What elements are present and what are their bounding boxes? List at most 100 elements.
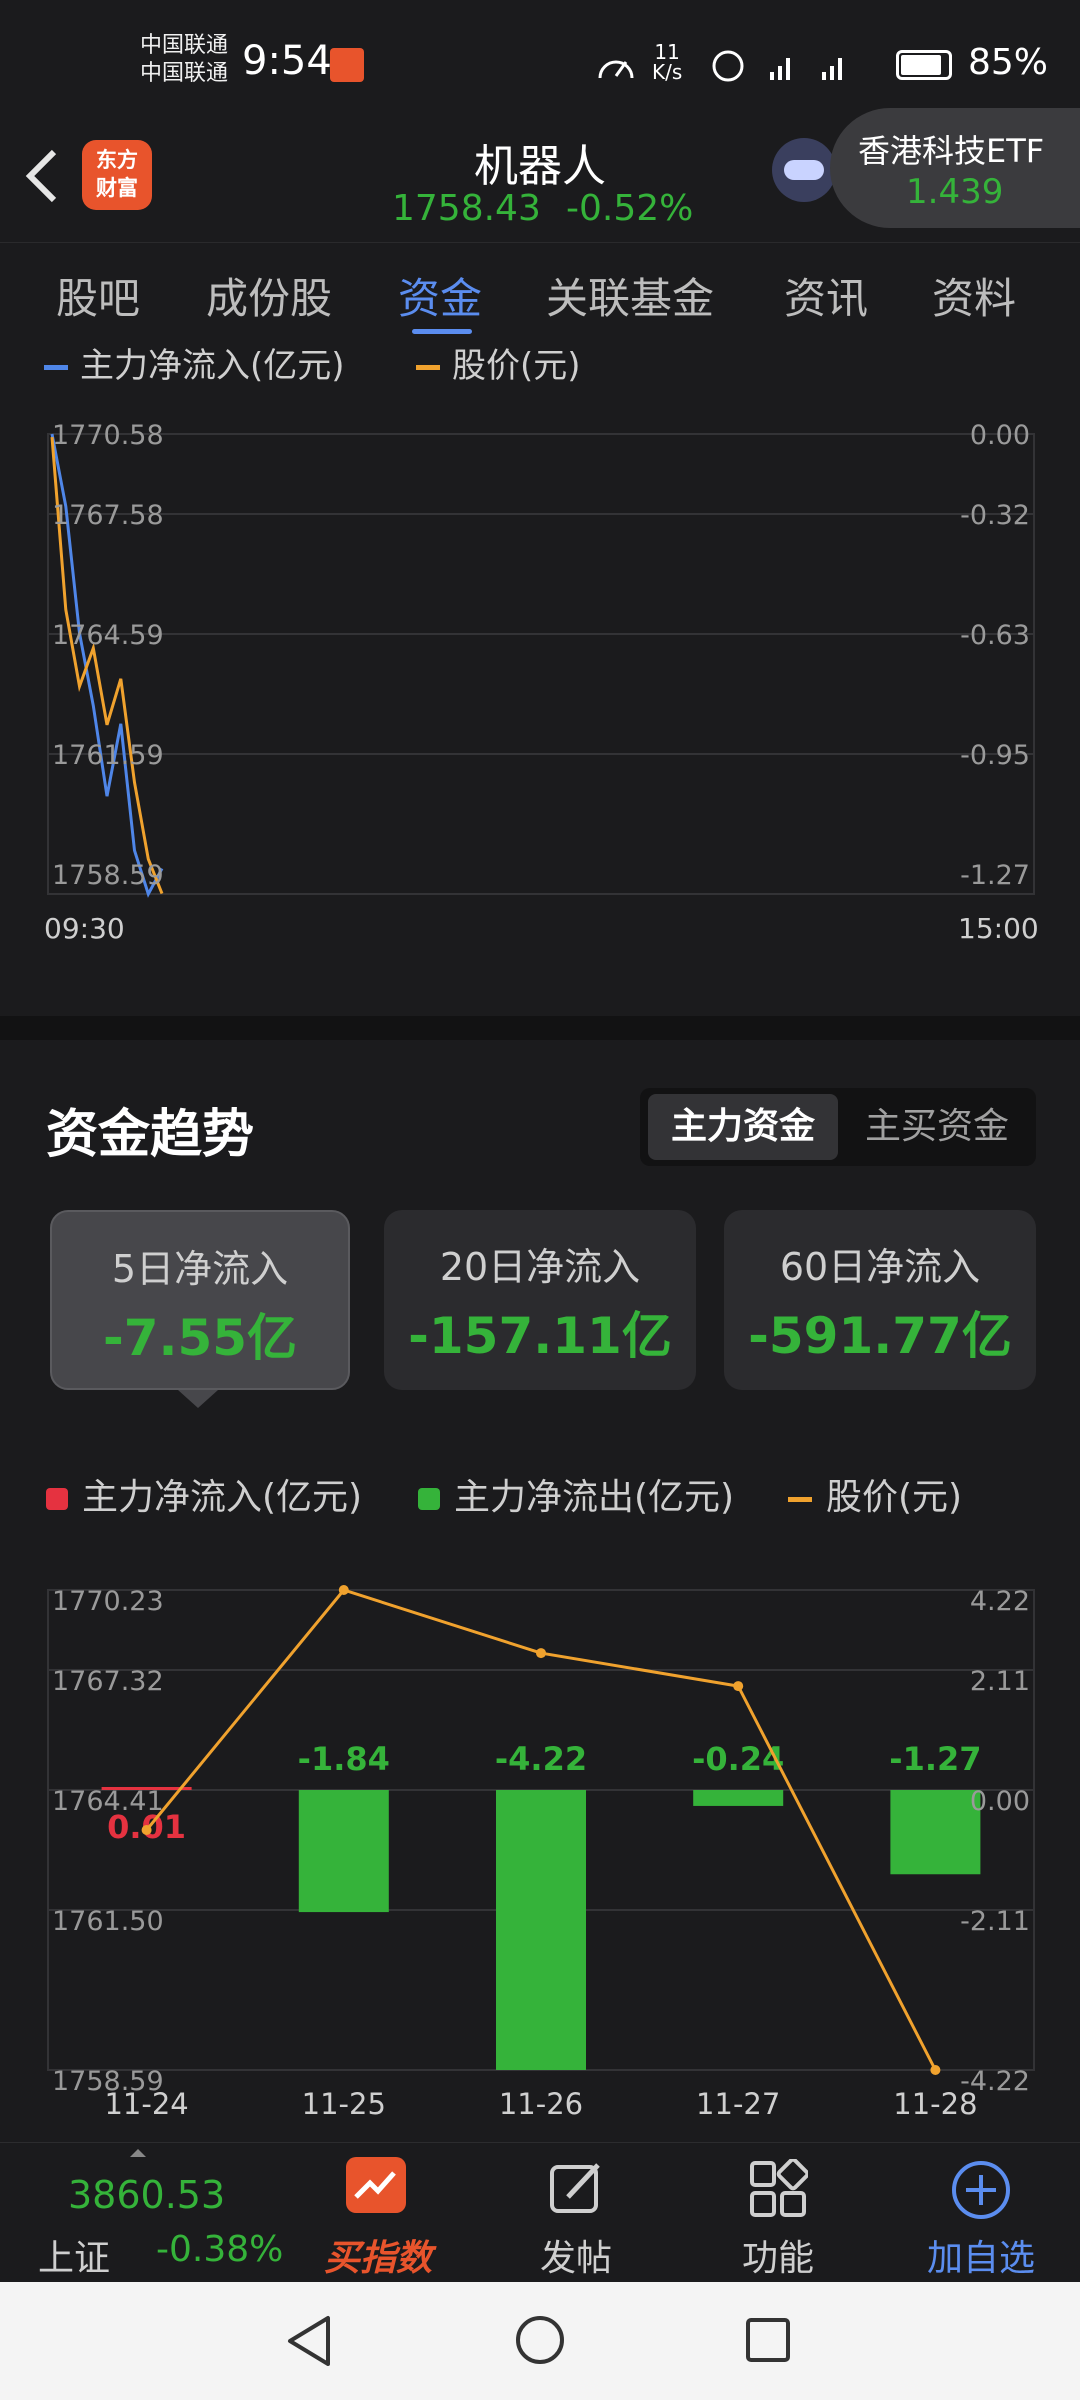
bar-value-label: -1.84 bbox=[298, 1740, 390, 1778]
legend-inflow: 主力净流入(亿元) bbox=[46, 1468, 362, 1520]
left-tick-label: 1767.32 bbox=[52, 1666, 164, 1697]
left-tick-label: 1758.59 bbox=[52, 2066, 164, 2097]
intraday-left-tick: 1770.58 bbox=[52, 420, 164, 451]
tab-funds[interactable]: 资金 bbox=[398, 265, 482, 326]
etf-price: 1.439 bbox=[906, 172, 1004, 212]
card-value: -7.55亿 bbox=[102, 1309, 298, 1367]
bar-value-label: -4.22 bbox=[495, 1740, 587, 1778]
tab-active-indicator bbox=[412, 329, 472, 334]
x-start-label: 09:30 bbox=[44, 912, 125, 945]
edit-post-icon[interactable] bbox=[546, 2159, 606, 2219]
nav-add-watchlist[interactable]: 加自选 bbox=[916, 2229, 1046, 2281]
left-tick-label: 1770.23 bbox=[52, 1586, 164, 1617]
legend-outflow: 主力净流出(亿元) bbox=[418, 1468, 734, 1520]
carrier-1: 中国联通 bbox=[140, 33, 229, 58]
right-tick-label: -2.11 bbox=[960, 1906, 1030, 1937]
clock: 9:54 bbox=[242, 38, 332, 84]
right-tick-label: 2.11 bbox=[970, 1666, 1030, 1697]
related-etf-popup[interactable]: 香港科技ETF 1.439 bbox=[830, 108, 1080, 228]
toggle-active-buy-funds[interactable]: 主买资金 bbox=[842, 1094, 1032, 1160]
card-5day[interactable]: 5日净流入 -7.55亿 bbox=[50, 1210, 350, 1390]
battery-icon bbox=[896, 50, 952, 80]
nav-functions[interactable]: 功能 bbox=[728, 2229, 828, 2281]
bar bbox=[298, 1790, 389, 1913]
trend-chart-icon[interactable] bbox=[346, 2157, 406, 2213]
left-tick-label: 1764.41 bbox=[52, 1786, 164, 1817]
toggle-main-funds[interactable]: 主力资金 bbox=[648, 1094, 838, 1160]
bar bbox=[496, 1790, 586, 2070]
right-tick-label: 0.00 bbox=[970, 1786, 1030, 1817]
legend-outflow-label: 主力净流出(亿元) bbox=[454, 1477, 735, 1518]
price-point bbox=[141, 1825, 152, 1835]
price-point bbox=[338, 1585, 349, 1595]
right-tick-label: -4.22 bbox=[960, 2066, 1030, 2097]
legend-price-label: 股价(元) bbox=[826, 1477, 963, 1518]
intraday-left-tick: 1761.59 bbox=[52, 740, 164, 771]
speed-gauge-icon bbox=[598, 60, 634, 79]
robot-avatar-icon[interactable] bbox=[772, 138, 836, 202]
tab-profile[interactable]: 资料 bbox=[932, 265, 1016, 326]
index-change[interactable]: -0.38% bbox=[156, 2229, 283, 2270]
header-price: 1758.43 bbox=[392, 188, 541, 229]
header: 东方 财富 机器人 1758.43 -0.52% 香港科技ETF 1.439 bbox=[0, 108, 1080, 242]
price-point bbox=[536, 1648, 546, 1659]
section-title: 资金趋势 bbox=[46, 1105, 255, 1165]
card-value: -157.11亿 bbox=[408, 1307, 672, 1365]
card-value: -591.77亿 bbox=[748, 1307, 1012, 1365]
legend-price: 股价(元) bbox=[788, 1468, 962, 1520]
intraday-right-tick: -0.95 bbox=[960, 740, 1030, 771]
bar bbox=[693, 1790, 784, 1806]
card-label: 60日净流入 bbox=[779, 1245, 981, 1289]
intraday-left-tick: 1764.59 bbox=[52, 620, 164, 651]
expand-caret-icon bbox=[130, 2149, 146, 2157]
x-tick-label: 11-26 bbox=[499, 2087, 583, 2121]
card-60day[interactable]: 60日净流入 -591.77亿 bbox=[724, 1210, 1036, 1390]
nav-buy-index[interactable]: 买指数 bbox=[318, 2229, 438, 2281]
intraday-fund-flow-section: 主力净流入(亿元) 股价(元) 1770.58 1767.58 1764.59 … bbox=[0, 342, 1080, 1012]
index-name[interactable]: 上证 bbox=[38, 2229, 110, 2281]
bottom-nav: 3860.53 上证 -0.38% 买指数 发帖 功能 加自选 bbox=[0, 2142, 1080, 2282]
x-end-label: 15:00 bbox=[958, 912, 1039, 945]
tab-bar: 股吧 成份股 资金 关联基金 资讯 资料 bbox=[0, 242, 1080, 342]
fund-type-toggle: 主力资金 主买资金 bbox=[640, 1088, 1036, 1166]
bar bbox=[890, 1790, 981, 1875]
index-value[interactable]: 3860.53 bbox=[68, 2173, 225, 2217]
price-point bbox=[733, 1681, 744, 1692]
tab-guba[interactable]: 股吧 bbox=[56, 265, 140, 326]
intraday-left-tick: 1767.58 bbox=[52, 500, 164, 531]
card-label: 5日净流入 bbox=[111, 1247, 289, 1291]
price-point bbox=[930, 2065, 941, 2075]
intraday-right-tick: 0.00 bbox=[969, 420, 1030, 451]
intraday-right-tick: -0.32 bbox=[960, 500, 1030, 531]
functions-grid-icon[interactable] bbox=[748, 2159, 808, 2219]
system-back-icon[interactable] bbox=[284, 2314, 334, 2368]
signal-wifi-icons bbox=[712, 50, 842, 82]
right-tick-label: 4.22 bbox=[970, 1586, 1030, 1617]
intraday-left-tick: 1758.59 bbox=[52, 860, 164, 891]
system-home-icon[interactable] bbox=[514, 2314, 566, 2366]
plot-frame bbox=[47, 433, 1035, 895]
tab-components[interactable]: 成份股 bbox=[206, 265, 332, 326]
net-speed-value: 11 bbox=[654, 40, 680, 64]
card-20day[interactable]: 20日净流入 -157.11亿 bbox=[384, 1210, 696, 1390]
x-tick-label: 11-25 bbox=[302, 2087, 386, 2121]
intraday-right-tick: -1.27 bbox=[960, 860, 1030, 891]
system-recents-icon[interactable] bbox=[744, 2316, 792, 2364]
nav-post[interactable]: 发帖 bbox=[526, 2229, 626, 2281]
card-pointer bbox=[178, 1390, 218, 1408]
left-tick-label: 1761.50 bbox=[52, 1906, 164, 1937]
intraday-right-tick: -0.63 bbox=[960, 620, 1030, 651]
header-change: -0.52% bbox=[566, 188, 694, 229]
tab-news[interactable]: 资讯 bbox=[784, 265, 868, 326]
legend-inflow-label: 主力净流入(亿元) bbox=[82, 1477, 363, 1518]
daily-fund-flow-chart: 0.0111-24-1.8411-25-4.2211-26-0.2411-27-… bbox=[47, 1585, 1035, 2121]
add-plus-icon[interactable] bbox=[950, 2159, 1012, 2221]
tab-related-funds[interactable]: 关联基金 bbox=[546, 265, 714, 326]
card-label: 20日净流入 bbox=[439, 1245, 641, 1289]
x-tick-label: 11-27 bbox=[696, 2087, 780, 2121]
section-divider bbox=[0, 1016, 1080, 1040]
battery-level: 85% bbox=[968, 42, 1049, 83]
fund-trend-section: 资金趋势 主力资金 主买资金 5日净流入 -7.55亿 20日净流入 -157.… bbox=[0, 1040, 1080, 2140]
app-notification-icon bbox=[330, 48, 364, 82]
carrier-2: 中国联通 bbox=[140, 61, 229, 86]
